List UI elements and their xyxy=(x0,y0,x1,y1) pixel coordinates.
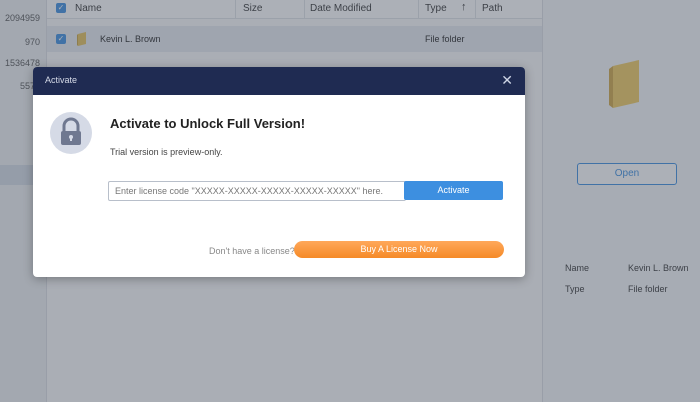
activate-button[interactable]: Activate xyxy=(404,181,503,200)
lock-icon xyxy=(50,112,92,154)
close-icon[interactable]: ✕ xyxy=(501,72,513,88)
license-code-input[interactable] xyxy=(108,181,406,201)
no-license-text: Don't have a license? xyxy=(209,246,295,256)
dialog-heading: Activate to Unlock Full Version! xyxy=(110,116,306,131)
dialog-titlebar: Activate ✕ xyxy=(33,67,525,95)
trial-notice: Trial version is preview-only. xyxy=(110,147,223,157)
activate-dialog: Activate ✕ Activate to Unlock Full Versi… xyxy=(33,67,525,277)
dialog-title: Activate xyxy=(45,75,78,85)
buy-license-button[interactable]: Buy A License Now xyxy=(294,241,504,258)
